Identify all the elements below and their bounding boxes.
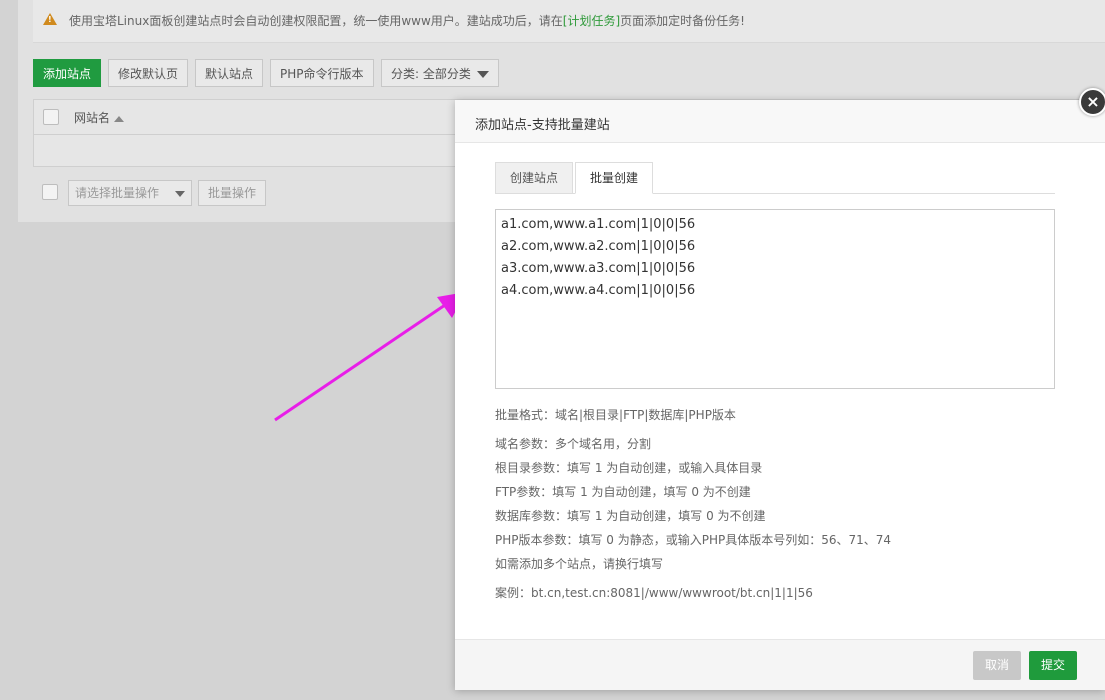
help-root: 根目录参数：填写 1 为自动创建，或输入具体目录 <box>495 461 763 475</box>
notice-text-after: 页面添加定时备份任务! <box>620 14 745 28</box>
chevron-down-icon <box>476 71 489 78</box>
default-site-button[interactable]: 默认站点 <box>195 59 264 87</box>
notice-text: 使用宝塔Linux面板创建站点时会自动创建权限配置，统一使用www用户。建站成功… <box>69 12 745 29</box>
batch-select-placeholder: 请选择批量操作 <box>75 186 160 200</box>
column-site-name[interactable]: 网站名 <box>74 109 125 126</box>
batch-sites-textarea[interactable]: a1.com,www.a1.com|1|0|0|56 a2.com,www.a2… <box>495 209 1055 389</box>
dialog-footer: 取消 提交 <box>455 639 1105 690</box>
column-site-name-label: 网站名 <box>74 111 111 125</box>
edit-default-page-button[interactable]: 修改默认页 <box>108 59 189 87</box>
dialog-header: 添加站点-支持批量建站 <box>455 100 1105 143</box>
help-db: 数据库参数：填写 1 为自动创建，填写 0 为不创建 <box>495 509 766 523</box>
cancel-button[interactable]: 取消 <box>973 651 1021 680</box>
cron-task-link[interactable]: [计划任务] <box>563 14 620 28</box>
notice-text-before: 使用宝塔Linux面板创建站点时会自动创建权限配置，统一使用www用户。建站成功… <box>69 14 563 28</box>
notice-banner: ! 使用宝塔Linux面板创建站点时会自动创建权限配置，统一使用www用户。建站… <box>33 0 1105 43</box>
tab-batch-create[interactable]: 批量创建 <box>575 162 654 194</box>
help-example: 案例：bt.cn,test.cn:8081|/www/wwwroot/bt.cn… <box>495 586 813 600</box>
add-site-dialog: 添加站点-支持批量建站 创建站点 批量创建 a1.com,www.a1.com|… <box>455 100 1105 690</box>
dialog-tabs: 创建站点 批量创建 <box>495 162 1055 194</box>
help-domain: 域名参数：多个域名用，分割 <box>495 437 652 451</box>
help-ftp: FTP参数：填写 1 为自动创建，填写 0 为不创建 <box>495 485 751 499</box>
close-icon[interactable]: × <box>1079 88 1105 116</box>
add-site-button[interactable]: 添加站点 <box>33 59 102 87</box>
batch-operation-select[interactable]: 请选择批量操作 <box>68 180 192 206</box>
sort-asc-icon <box>114 115 125 122</box>
batch-checkbox[interactable] <box>42 184 58 200</box>
category-select[interactable]: 分类: 全部分类 <box>381 59 499 87</box>
help-php: PHP版本参数：填写 0 为静态，或输入PHP具体版本号列如：56、71、74 <box>495 533 892 547</box>
help-format: 批量格式：域名|根目录|FTP|数据库|PHP版本 <box>495 408 736 422</box>
tab-create-site[interactable]: 创建站点 <box>495 162 574 193</box>
php-cli-version-button[interactable]: PHP命令行版本 <box>270 59 374 87</box>
help-multi: 如需添加多个站点，请换行填写 <box>495 557 664 571</box>
category-select-value: 分类: 全部分类 <box>391 67 471 81</box>
select-all-checkbox[interactable] <box>43 109 59 125</box>
submit-button[interactable]: 提交 <box>1029 651 1077 680</box>
warning-icon: ! <box>43 13 57 25</box>
chevron-down-icon <box>175 191 185 197</box>
dialog-title: 添加站点-支持批量建站 <box>475 118 610 133</box>
batch-operation-button[interactable]: 批量操作 <box>198 180 267 206</box>
